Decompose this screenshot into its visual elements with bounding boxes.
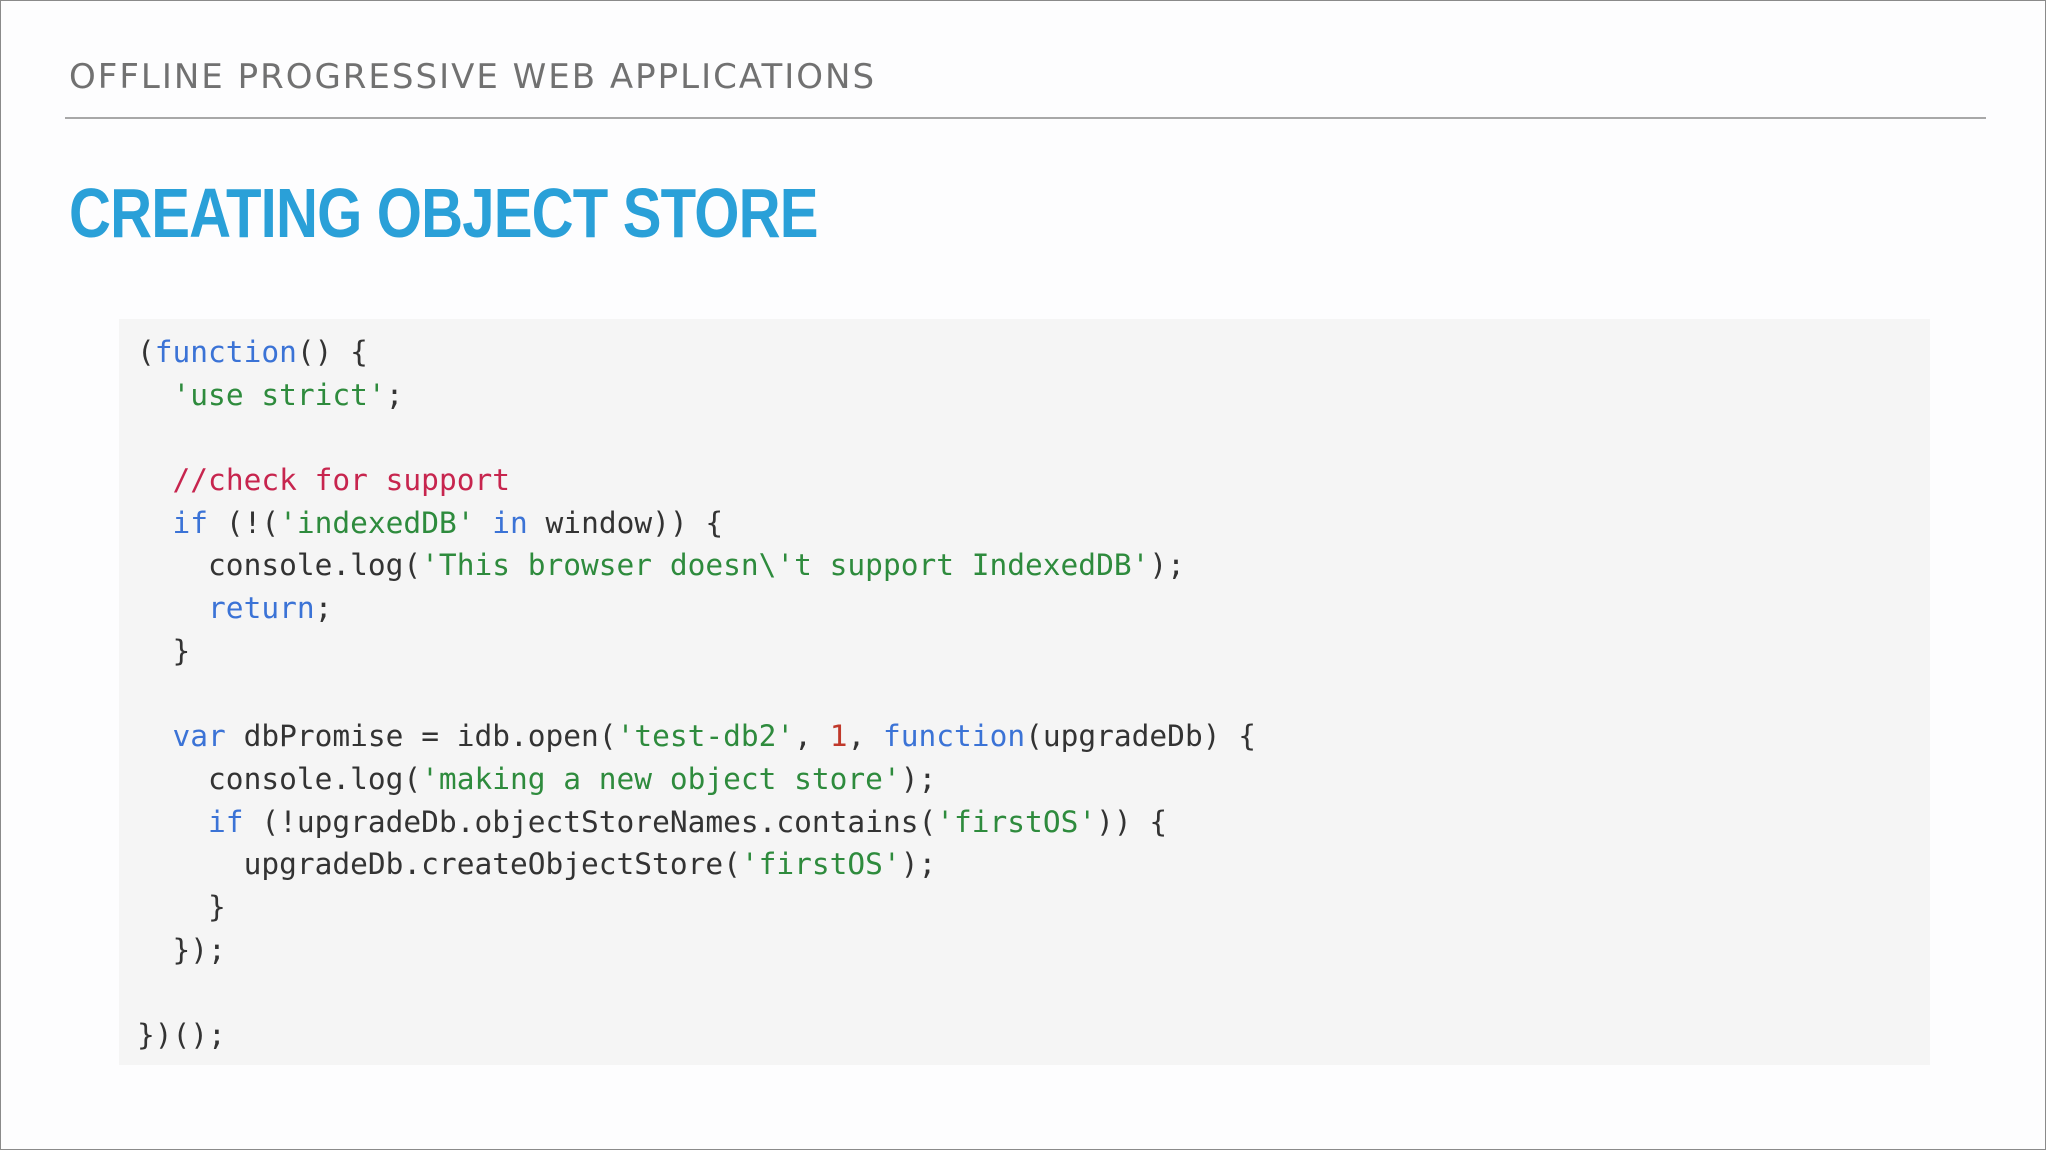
code-token-plain: , bbox=[794, 719, 830, 754]
code-line: var dbPromise = idb.open('test-db2', 1, … bbox=[137, 715, 1930, 758]
code-token-plain: } bbox=[137, 889, 226, 924]
code-token-string: 'firstOS' bbox=[740, 847, 901, 882]
code-line: upgradeDb.createObjectStore('firstOS'); bbox=[137, 843, 1930, 886]
code-token-plain: )) { bbox=[1096, 804, 1168, 839]
code-token-string: 'firstOS' bbox=[936, 804, 1097, 839]
code-token-plain: }); bbox=[137, 932, 226, 967]
code-token-keyword: function bbox=[154, 335, 297, 369]
code-token-comment: //check for support bbox=[172, 463, 510, 498]
code-token-plain: ; bbox=[385, 377, 404, 412]
code-token-plain: (upgradeDb) { bbox=[1025, 719, 1256, 754]
code-line: return; bbox=[137, 587, 1930, 630]
code-token-number: 1 bbox=[829, 719, 848, 754]
code-token-plain: upgradeDb.createObjectStore( bbox=[137, 847, 741, 882]
code-token-string: 'making a new object store' bbox=[421, 761, 901, 796]
code-token-plain: ; bbox=[314, 591, 333, 626]
section-kicker: OFFLINE PROGRESSIVE WEB APPLICATIONS bbox=[69, 57, 877, 97]
code-line: if (!('indexedDB' in window)) { bbox=[137, 502, 1930, 545]
code-token-keyword: var bbox=[172, 719, 226, 754]
code-line: })(); bbox=[137, 1014, 1930, 1057]
code-token-keyword: function bbox=[883, 719, 1026, 754]
code-token-plain: console.log( bbox=[137, 761, 422, 796]
code-token-plain: ); bbox=[900, 847, 937, 882]
code-token-plain: ( bbox=[137, 335, 155, 369]
code-token-plain: } bbox=[137, 633, 191, 668]
code-token-plain: window)) { bbox=[527, 505, 724, 540]
code-line: console.log('This browser doesn\'t suppo… bbox=[137, 544, 1930, 587]
code-line: (function() { bbox=[137, 331, 1930, 374]
code-token-string: 'test-db2' bbox=[616, 719, 795, 754]
code-line: } bbox=[137, 886, 1930, 929]
code-token-string: 'use strict' bbox=[172, 377, 386, 412]
code-token-plain: , bbox=[847, 719, 883, 754]
code-line: if (!upgradeDb.objectStoreNames.contains… bbox=[137, 801, 1930, 844]
code-token-keyword: return bbox=[208, 591, 315, 626]
code-token-plain: })(); bbox=[137, 1018, 226, 1052]
code-token-plain: console.log( bbox=[137, 548, 422, 583]
code-token-plain: dbPromise = idb.open( bbox=[225, 719, 617, 754]
code-token-plain: ); bbox=[900, 761, 937, 796]
code-line: 'use strict'; bbox=[137, 374, 1930, 417]
code-token-keyword: if bbox=[172, 505, 209, 540]
code-token-keyword: in bbox=[492, 505, 528, 540]
code-line: //check for support bbox=[137, 459, 1930, 502]
code-token-plain: (!( bbox=[208, 505, 280, 540]
code-line: console.log('making a new object store')… bbox=[137, 758, 1930, 801]
slide-title: CREATING OBJECT STORE bbox=[69, 174, 819, 252]
code-block: (function() { 'use strict'; //check for … bbox=[119, 319, 1930, 1065]
code-token-string: 'indexedDB' bbox=[279, 505, 475, 540]
code-token-keyword: if bbox=[208, 804, 244, 839]
code-token-plain: () { bbox=[296, 335, 368, 369]
header-divider bbox=[65, 117, 1986, 119]
code-line: }); bbox=[137, 929, 1930, 972]
slide: OFFLINE PROGRESSIVE WEB APPLICATIONS CRE… bbox=[0, 0, 2046, 1150]
code-token-plain: ); bbox=[1149, 548, 1185, 583]
code-token-string: 'This browser doesn\'t support IndexedDB… bbox=[421, 548, 1150, 583]
code-line: } bbox=[137, 630, 1930, 673]
code-token-plain: (!upgradeDb.objectStoreNames.contains( bbox=[243, 804, 937, 839]
